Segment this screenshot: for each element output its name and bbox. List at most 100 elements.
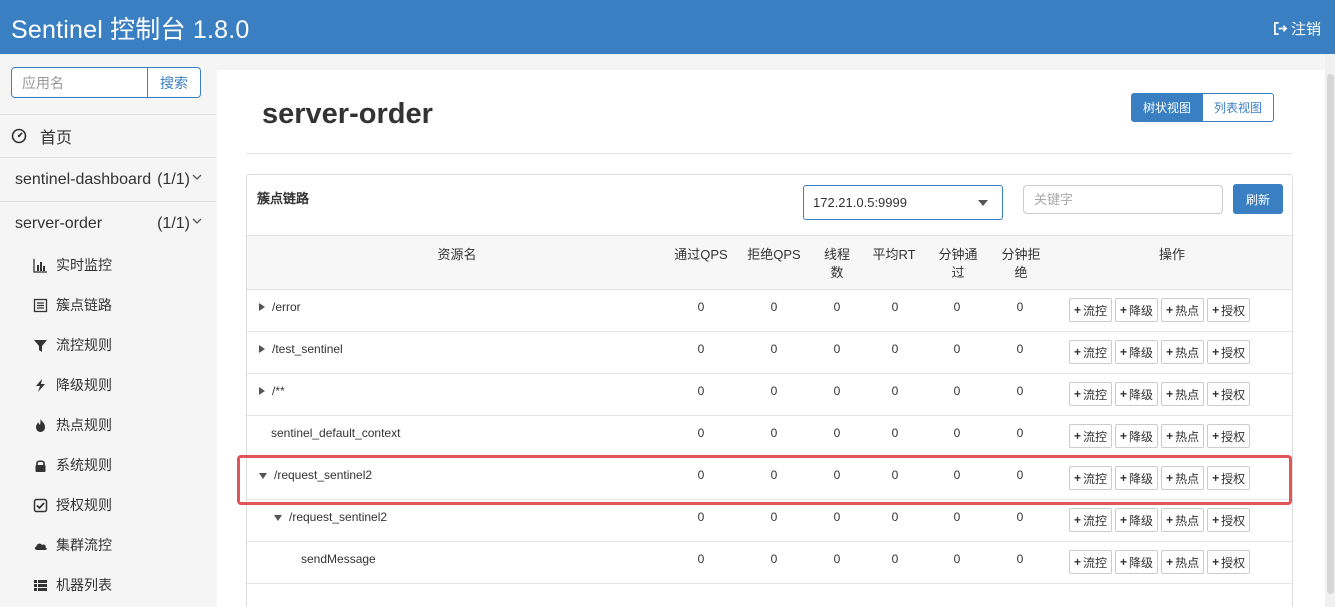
degrade-button[interactable]: + 降级 <box>1115 298 1159 322</box>
filter-icon <box>33 338 48 353</box>
sidebar-item-degrade-rules[interactable]: 降级规则 <box>0 365 216 405</box>
flow-control-button[interactable]: + 流控 <box>1069 424 1113 448</box>
sidebar-item-system-rules[interactable]: 系统规则 <box>0 445 216 485</box>
action-label: 授权 <box>1221 513 1246 528</box>
metric-thread: 0 <box>833 384 841 398</box>
degrade-button[interactable]: + 降级 <box>1115 340 1159 364</box>
degrade-button[interactable]: + 降级 <box>1115 424 1159 448</box>
metric-pass: 0 <box>697 426 705 440</box>
column-header-thread-line1: 线程 <box>823 247 850 262</box>
plus-icon: + <box>1212 555 1220 569</box>
list-icon <box>33 298 48 313</box>
machine-select[interactable]: 172.21.0.5:9999 <box>803 185 1003 220</box>
main-content: server-order 树状视图 列表视图 簇点链路 172.21.0.5:9… <box>217 70 1325 607</box>
authority-button[interactable]: + 授权 <box>1207 550 1251 574</box>
plus-icon: + <box>1166 303 1174 317</box>
resource-name: sentinel_default_context <box>271 426 401 440</box>
caret-down-icon[interactable] <box>274 515 282 521</box>
sidebar-item-cluster-flow[interactable]: 集群流控 <box>0 525 216 565</box>
degrade-button[interactable]: + 降级 <box>1115 466 1159 490</box>
sidebar-item-label: 簇点链路 <box>56 297 112 313</box>
sidebar-item-machine-list[interactable]: 机器列表 <box>0 565 216 605</box>
action-label: 降级 <box>1129 345 1154 360</box>
action-label: 流控 <box>1083 471 1108 486</box>
row-actions: + 流控 + 降级 + 热点 + 授权 <box>1069 466 1251 490</box>
keyword-input[interactable] <box>1023 185 1223 214</box>
table-row: sentinel_default_context 0 0 0 0 0 0 + 流控 + 降级 + 热点 +… <box>247 416 1292 458</box>
plus-icon: + <box>1212 387 1220 401</box>
sidebar-item-flow-rules[interactable]: 流控规则 <box>0 325 216 365</box>
flow-control-button[interactable]: + 流控 <box>1069 508 1113 532</box>
caret-down-icon[interactable] <box>259 473 267 479</box>
sidebar-app-server-order[interactable]: server-order (1/1) <box>0 201 216 245</box>
app-name: server-order <box>15 214 103 232</box>
scrollbar-thumb[interactable] <box>1327 74 1334 594</box>
refresh-button[interactable]: 刷新 <box>1233 184 1283 214</box>
resource-name: sendMessage <box>301 552 376 566</box>
scrollbar[interactable] <box>1325 54 1335 607</box>
degrade-button[interactable]: + 降级 <box>1115 508 1159 532</box>
app-search: 搜索 <box>11 67 201 98</box>
sidebar-item-realtime-monitor[interactable]: 实时监控 <box>0 245 216 285</box>
plus-icon: + <box>1074 513 1082 527</box>
authority-button[interactable]: + 授权 <box>1207 508 1251 532</box>
metric-pass: 0 <box>697 384 705 398</box>
action-label: 降级 <box>1129 555 1154 570</box>
app-search-input[interactable] <box>11 67 148 98</box>
authority-button[interactable]: + 授权 <box>1207 424 1251 448</box>
sidebar-app-sentinel-dashboard[interactable]: sentinel-dashboard (1/1) <box>0 157 216 201</box>
flow-control-button[interactable]: + 流控 <box>1069 382 1113 406</box>
logout-button[interactable]: 注销 <box>1273 18 1321 39</box>
caret-right-icon[interactable] <box>259 387 265 395</box>
caret-right-icon[interactable] <box>259 345 265 353</box>
hot-param-button[interactable]: + 热点 <box>1161 298 1205 322</box>
metric-minblock: 0 <box>1016 300 1024 314</box>
flow-control-button[interactable]: + 流控 <box>1069 340 1113 364</box>
list-view-button[interactable]: 列表视图 <box>1203 93 1275 122</box>
plus-icon: + <box>1074 555 1082 569</box>
action-label: 授权 <box>1221 345 1246 360</box>
authority-button[interactable]: + 授权 <box>1207 298 1251 322</box>
metric-minblock: 0 <box>1016 384 1024 398</box>
metric-minblock: 0 <box>1016 552 1024 566</box>
hot-param-button[interactable]: + 热点 <box>1161 382 1205 406</box>
sidebar: 搜索 首页 sentinel-dashboard (1/1) server-or… <box>0 54 216 607</box>
authority-button[interactable]: + 授权 <box>1207 382 1251 406</box>
degrade-button[interactable]: + 降级 <box>1115 550 1159 574</box>
app-search-button[interactable]: 搜索 <box>148 67 201 98</box>
app-title[interactable]: Sentinel 控制台 1.8.0 <box>11 10 249 46</box>
sidebar-item-label: 机器列表 <box>56 577 112 593</box>
metric-minpass: 0 <box>953 426 961 440</box>
column-header-min-pass: 分钟通 过 <box>930 246 986 282</box>
authority-button[interactable]: + 授权 <box>1207 466 1251 490</box>
row-actions: + 流控 + 降级 + 热点 + 授权 <box>1069 340 1251 364</box>
hot-param-button[interactable]: + 热点 <box>1161 424 1205 448</box>
authority-button[interactable]: + 授权 <box>1207 340 1251 364</box>
metric-block: 0 <box>770 552 778 566</box>
metric-rt: 0 <box>891 426 899 440</box>
metric-block: 0 <box>770 426 778 440</box>
metric-rt: 0 <box>891 300 899 314</box>
sidebar-item-cluster-link[interactable]: 簇点链路 <box>0 285 216 325</box>
flow-control-button[interactable]: + 流控 <box>1069 466 1113 490</box>
th-list-icon <box>33 578 48 593</box>
sidebar-item-auth-rules[interactable]: 授权规则 <box>0 485 216 525</box>
sidebar-item-hot-rules[interactable]: 热点规则 <box>0 405 216 445</box>
metric-block: 0 <box>770 300 778 314</box>
flow-control-button[interactable]: + 流控 <box>1069 298 1113 322</box>
metric-thread: 0 <box>833 510 841 524</box>
tree-view-button[interactable]: 树状视图 <box>1131 93 1204 122</box>
resource-name-cell: /request_sentinel2 <box>259 468 372 482</box>
hot-param-button[interactable]: + 热点 <box>1161 466 1205 490</box>
flow-control-button[interactable]: + 流控 <box>1069 550 1113 574</box>
hot-param-button[interactable]: + 热点 <box>1161 508 1205 532</box>
sidebar-item-label: 实时监控 <box>56 257 112 273</box>
action-label: 授权 <box>1221 303 1246 318</box>
caret-right-icon[interactable] <box>259 303 265 311</box>
sidebar-item-home[interactable]: 首页 <box>0 114 216 157</box>
hot-param-button[interactable]: + 热点 <box>1161 340 1205 364</box>
column-header-pass-qps: 通过QPS <box>674 247 728 262</box>
hot-param-button[interactable]: + 热点 <box>1161 550 1205 574</box>
degrade-button[interactable]: + 降级 <box>1115 382 1159 406</box>
plus-icon: + <box>1120 513 1128 527</box>
